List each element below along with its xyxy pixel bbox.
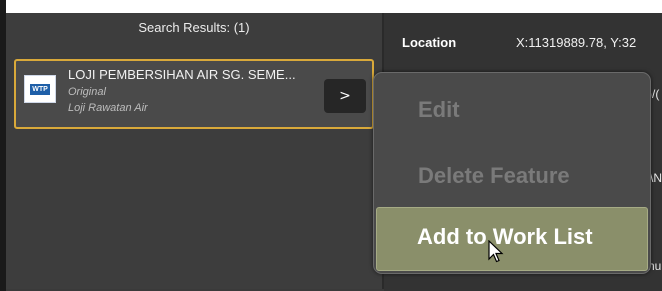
result-category: Loji Rawatan Air [68, 102, 148, 114]
result-subtitle: Original [68, 86, 106, 98]
context-menu: Edit Delete Feature Add to Work List [373, 72, 651, 274]
details-row-peek-2: \N [650, 171, 662, 185]
screen: Search Results: (1) WTP LOJI PEMBERSIHAN… [0, 0, 662, 291]
add-to-work-list-menu-item[interactable]: Add to Work List [376, 207, 648, 271]
result-title: LOJI PEMBERSIHAN AIR SG. SEME... [68, 67, 296, 82]
edit-menu-item[interactable]: Edit [418, 97, 460, 123]
chevron-right-icon: > [339, 88, 351, 104]
location-label: Location [402, 35, 457, 50]
search-result-item[interactable]: WTP LOJI PEMBERSIHAN AIR SG. SEME... Ori… [14, 59, 374, 129]
search-results-panel: Search Results: (1) WTP LOJI PEMBERSIHAN… [6, 13, 384, 289]
open-result-button[interactable]: > [324, 79, 366, 113]
wtp-icon-label: WTP [30, 83, 50, 95]
wtp-icon: WTP [24, 75, 56, 103]
search-results-header: Search Results: (1) [138, 20, 250, 35]
location-value: X:11319889.78, Y:32 [516, 35, 637, 50]
delete-feature-menu-item[interactable]: Delete Feature [418, 163, 570, 189]
mouse-pointer-icon [488, 240, 504, 263]
add-to-work-list-label: Add to Work List [417, 224, 593, 249]
